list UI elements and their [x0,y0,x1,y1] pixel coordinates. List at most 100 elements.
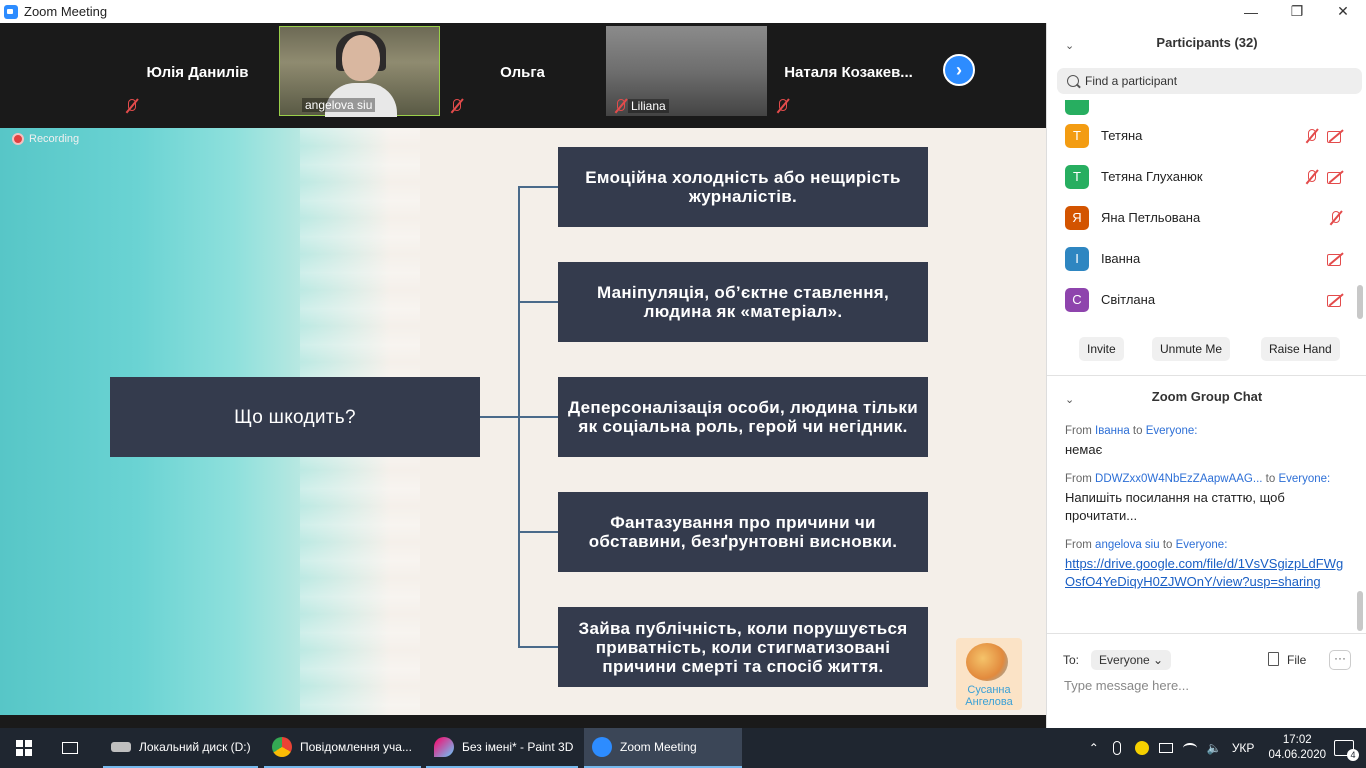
participant-row[interactable]: Я Яна Петльована [1047,197,1357,238]
connector-line [518,646,558,648]
video-off-icon [1327,292,1343,308]
divider [1047,633,1366,634]
zoom-app-icon [4,4,18,19]
volume-icon[interactable]: 🔈 [1207,741,1222,755]
meta-from: From [1065,539,1092,551]
participant-row[interactable]: Т Тетяна [1047,115,1357,156]
raise-hand-button[interactable]: Raise Hand [1261,337,1340,361]
divider [1047,375,1366,376]
chevron-up-icon[interactable]: ⌃ [1089,741,1099,755]
recipient-value: Everyone [1099,653,1150,667]
taskbar-item-label: Повідомлення уча... [300,740,412,754]
taskbar-item-paint3d[interactable]: Без імені* - Paint 3D [426,728,578,768]
participant-row[interactable]: С Світлана [1047,279,1357,320]
mic-muted-icon [1303,169,1319,185]
recipient-name[interactable]: Everyone: [1278,473,1330,485]
participant-row[interactable]: Т Тетяна Глуханюк [1047,156,1357,197]
chat-message: From angelova siu to Everyone: https://d… [1065,539,1345,591]
connector-line [480,416,520,418]
taskbar-item-explorer[interactable]: Локальний диск (D:) [103,728,258,768]
to-label: To: [1063,653,1080,667]
participant-row[interactable]: І Іванна [1047,238,1357,279]
invite-button[interactable]: Invite [1079,337,1124,361]
taskbar-item-label: Без імені* - Paint 3D [462,740,574,754]
paint3d-icon [434,737,454,757]
notifications-icon[interactable]: 4 [1334,740,1359,761]
more-options-button[interactable]: ··· [1329,650,1351,670]
avatar: І [1065,246,1089,271]
video-face [342,35,380,81]
participant-name: Юлія Данилів [146,64,249,81]
recording-indicator: Recording [12,133,79,145]
chat-messages: From Іванна to Everyone: немає From DDWZ… [1065,425,1345,591]
clock[interactable]: 17:02 04.06.2020 [1268,733,1326,763]
close-button[interactable]: ✕ [1320,0,1366,23]
participant-name: Ольга [500,64,545,81]
sender-name[interactable]: angelova siu [1095,539,1160,551]
participant-tile[interactable]: Юлія Данилів [117,26,278,116]
wifi-icon[interactable] [1182,743,1197,753]
participant-search[interactable]: Find a participant [1057,68,1362,94]
taskbar-item-zoom[interactable]: Zoom Meeting [584,728,742,768]
meta-to: to [1132,425,1143,437]
sender-name[interactable]: Іванна [1095,425,1130,437]
file-icon[interactable] [1268,652,1279,666]
zoom-icon [592,737,612,757]
message-input[interactable]: Type message here... [1064,678,1189,693]
taskbar-item-label: Локальний диск (D:) [139,740,251,754]
participant-name: Тетяна [1101,128,1143,143]
participant-label: angelova siu [302,98,376,112]
record-icon [12,133,24,145]
participants-scrollbar[interactable] [1357,285,1363,319]
recipient-name[interactable]: Everyone: [1176,539,1228,551]
file-button[interactable]: File [1287,653,1306,667]
participant-name: Наталя Козакев... [784,64,913,81]
meeting-area: Юлія Данилів angelova siu Ольга Liliana … [0,23,1046,728]
logo-text: Ангелова [965,696,1013,708]
chat-header: Zoom Group Chat [1151,389,1263,404]
recipient-dropdown[interactable]: Everyone ⌄ [1091,650,1172,670]
window-title: Zoom Meeting [24,4,108,19]
search-input[interactable]: Find a participant [1085,74,1177,88]
recipient-name[interactable]: Everyone: [1146,425,1198,437]
head-illustration [966,643,1008,681]
chat-message: From Іванна to Everyone: немає [1065,425,1345,459]
clock-time: 17:02 [1282,734,1312,746]
participant-tile-video[interactable]: angelova siu [279,26,440,117]
microphone-icon[interactable] [1112,741,1121,755]
side-panel: ⌄ Participants (32) Find a participant Т… [1046,23,1366,728]
participant-name: Тетяна Глуханюк [1101,169,1203,184]
mic-muted-icon [123,98,137,112]
maximize-button[interactable]: ❐ [1274,0,1320,23]
slide-item-box: Деперсоналізація особи, людина тільки як… [558,377,928,457]
sender-name[interactable]: DDWZxx0W4NbEzZAapwAAG... [1095,473,1262,485]
avatar: Т [1065,123,1089,148]
participant-label: Liliana [628,99,669,113]
app-tray-icon[interactable] [1134,741,1149,755]
author-logo: Сусанна Ангелова [956,638,1022,710]
mic-muted-icon [448,98,462,112]
taskbar-item-label: Zoom Meeting [620,740,697,754]
shared-screen: Recording Що шкодить? Емоційна холодніст… [0,128,1046,715]
participant-tile[interactable]: Наталя Козакев... [768,26,929,116]
battery-icon[interactable] [1158,743,1173,753]
unmute-me-button[interactable]: Unmute Me [1152,337,1231,361]
mic-muted-icon [612,98,626,112]
participant-tile[interactable]: Ольга [442,26,603,116]
connector-line [518,301,558,303]
participant-tile-video[interactable]: Liliana [606,26,767,116]
windows-start-icon[interactable] [16,740,32,756]
participant-name: Світлана [1101,292,1156,307]
chat-message: From DDWZxx0W4NbEzZAapwAAG... to Everyon… [1065,473,1345,525]
chat-scrollbar[interactable] [1357,591,1363,631]
meta-to: to [1265,473,1276,485]
next-page-button[interactable]: › [943,54,975,86]
message-link[interactable]: https://drive.google.com/file/d/1VsVSgiz… [1065,555,1345,591]
taskbar-item-chrome[interactable]: Повідомлення уча... [264,728,421,768]
message-text: Напишіть посилання на статтю, щоб прочит… [1065,490,1285,523]
avatar: Я [1065,205,1089,230]
minimize-button[interactable]: — [1228,0,1274,23]
chrome-icon [272,737,292,757]
language-indicator[interactable]: УКР [1232,741,1255,755]
task-view-icon[interactable] [62,728,82,768]
